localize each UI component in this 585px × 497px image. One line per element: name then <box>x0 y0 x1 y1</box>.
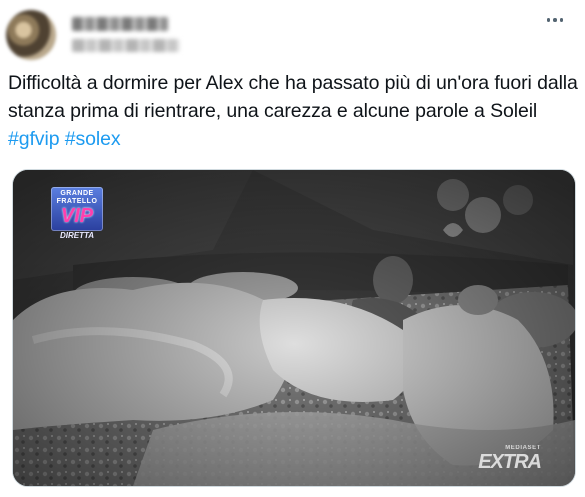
avatar[interactable] <box>6 10 56 60</box>
hashtag-link[interactable]: #gfvip <box>8 128 60 150</box>
channel-watermark: MEDIASET EXTRA <box>478 445 542 473</box>
more-options-button[interactable] <box>543 12 567 28</box>
tweet-media-image[interactable]: GRANDE FRATELLO VIP DIRETTA MEDIASET EXT… <box>12 169 576 487</box>
author-handle-redacted[interactable] <box>72 39 180 52</box>
more-horizontal-icon <box>559 18 564 22</box>
more-horizontal-icon <box>553 18 557 22</box>
logo-vip-text: VIP <box>60 205 94 227</box>
live-label: DIRETTA <box>59 231 95 240</box>
tweet-card: Difficoltà a dormire per Alex che ha pas… <box>0 0 585 497</box>
tweet-body: Difficoltà a dormire per Alex che ha pas… <box>8 72 578 122</box>
logo-top-text: GRANDE FRATELLO <box>56 190 98 205</box>
author-name-redacted[interactable] <box>72 17 168 31</box>
tweet-text: Difficoltà a dormire per Alex che ha pas… <box>8 69 578 153</box>
watermark-big: EXTRA <box>478 451 542 473</box>
gf-vip-logo: GRANDE FRATELLO VIP DIRETTA <box>51 187 103 243</box>
more-horizontal-icon <box>546 18 551 22</box>
hashtag-link[interactable]: #solex <box>65 128 121 150</box>
